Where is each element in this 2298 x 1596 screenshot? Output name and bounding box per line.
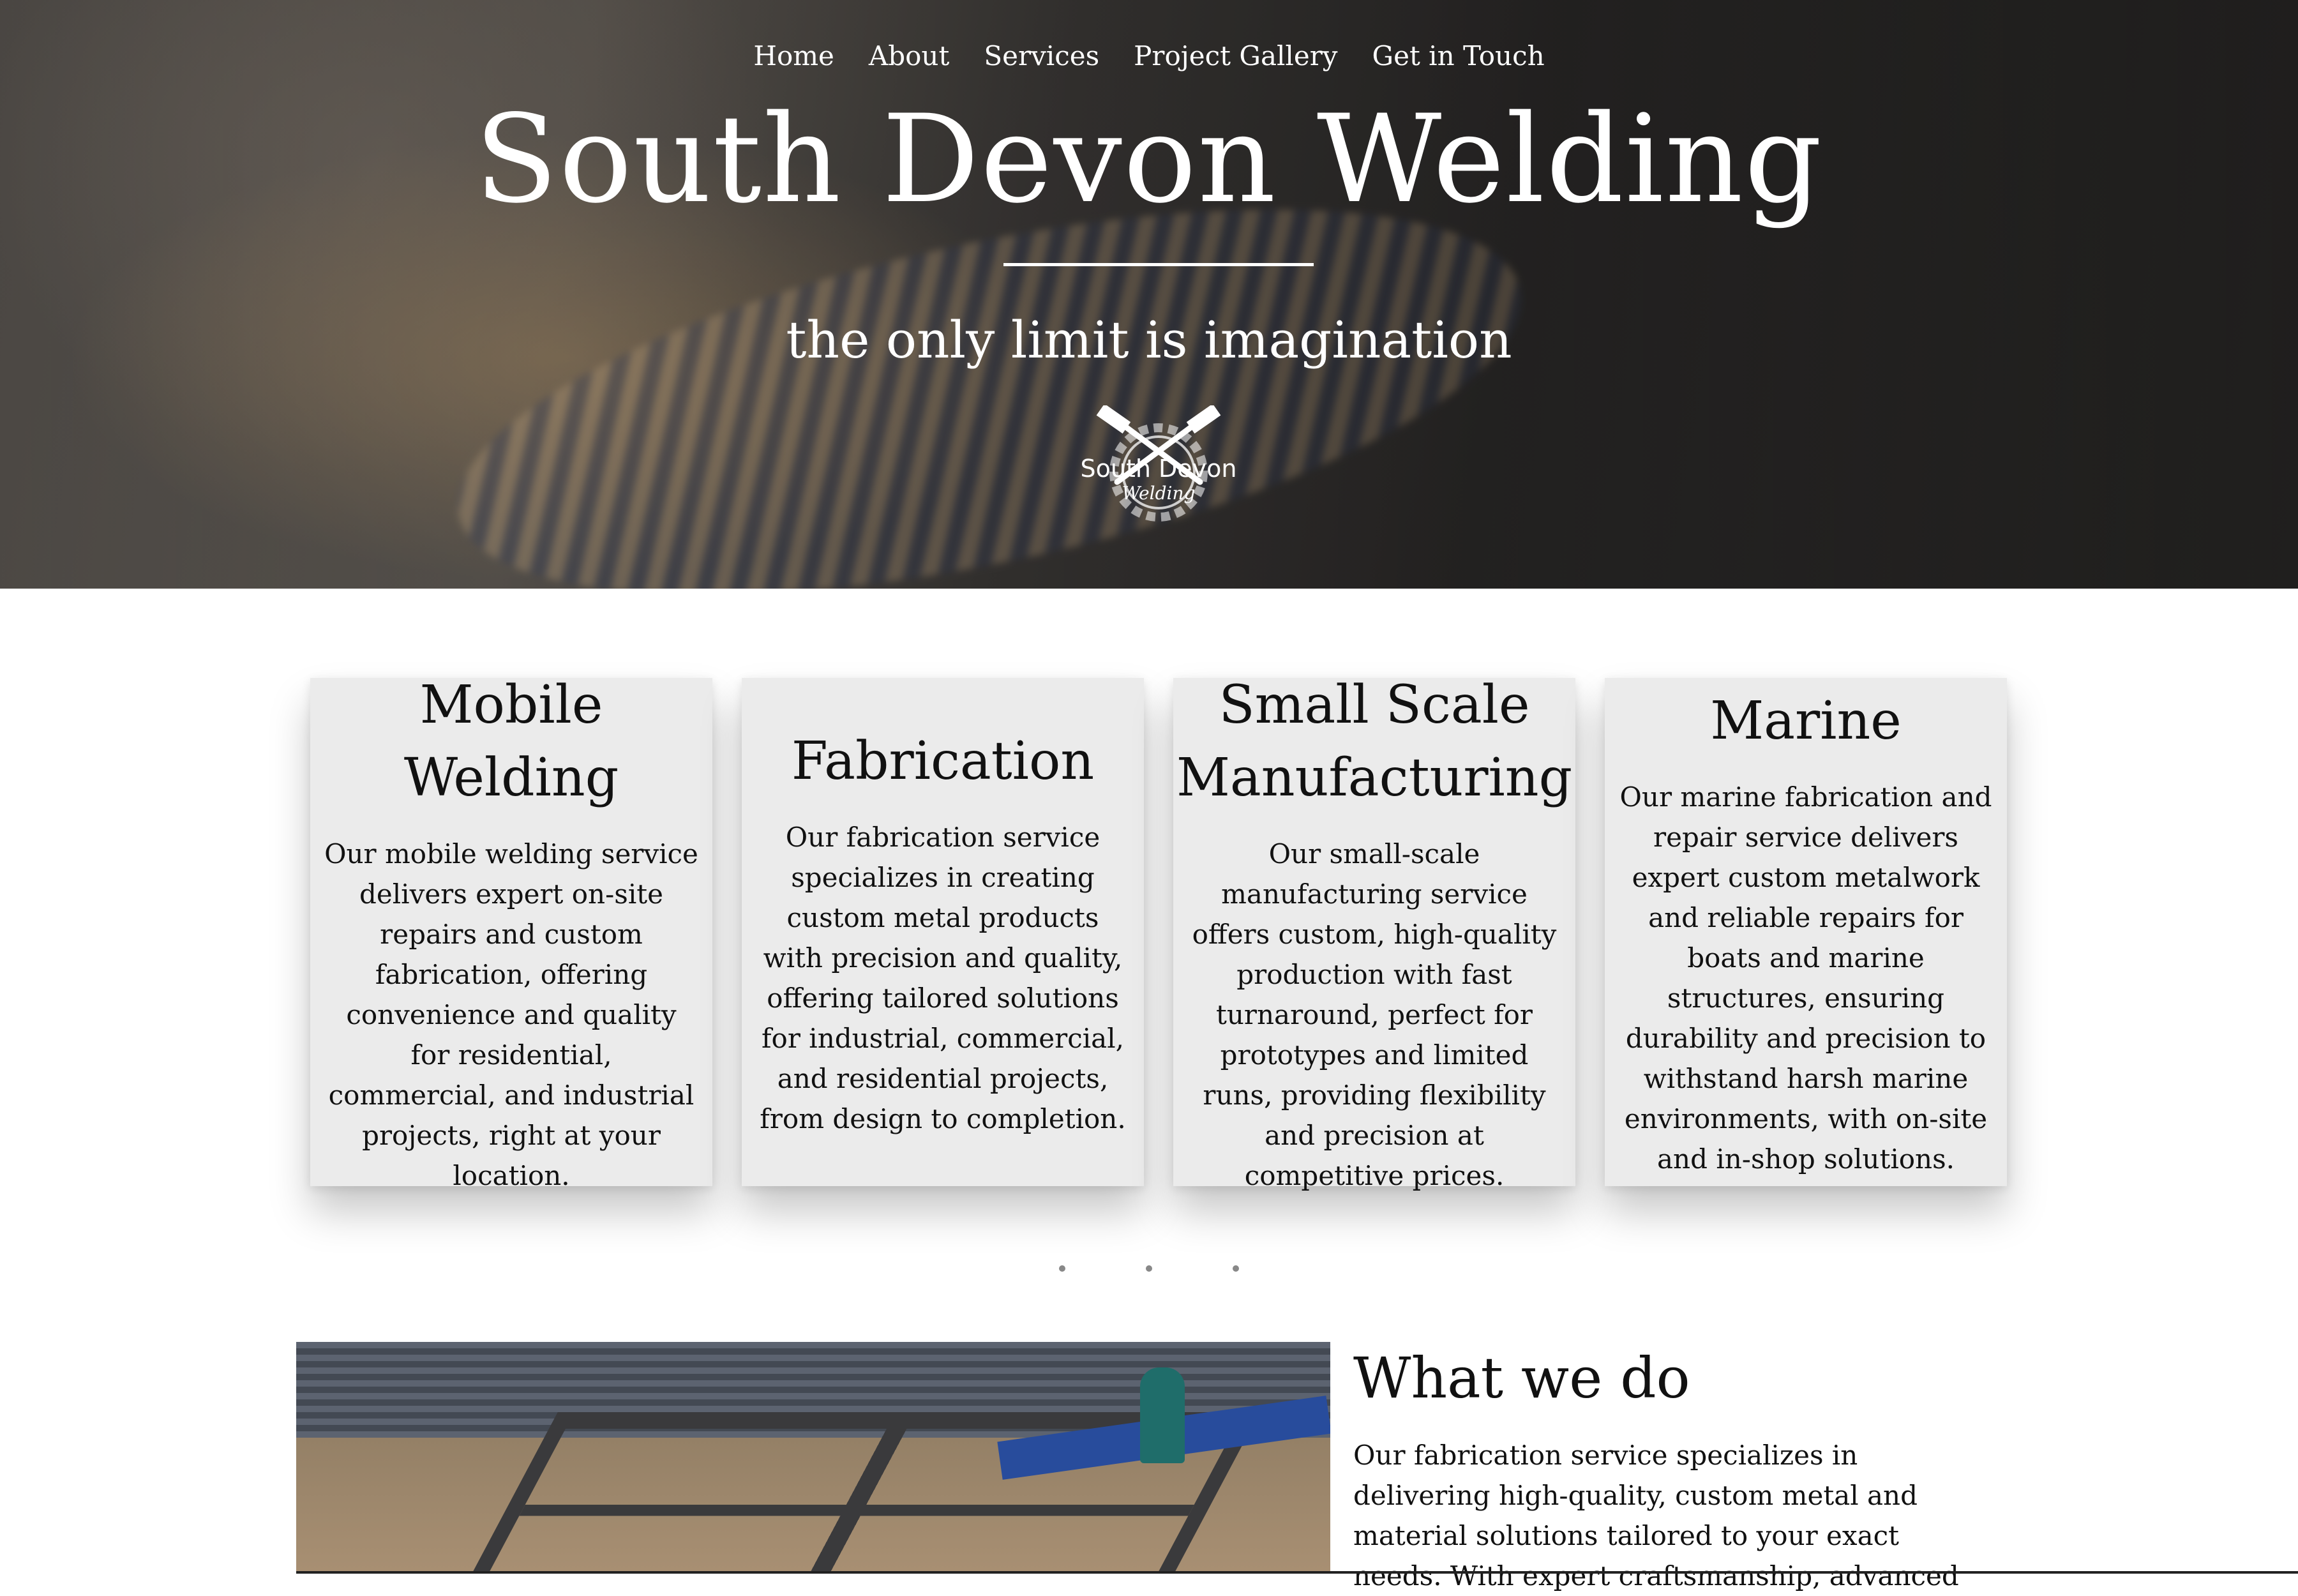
nav-home[interactable]: Home: [753, 37, 834, 75]
nav-project-gallery[interactable]: Project Gallery: [1134, 37, 1337, 75]
carousel-dots: [0, 1265, 2298, 1272]
site-title: South Devon Welding: [474, 89, 1824, 230]
service-card-text: Our mobile welding service delivers expe…: [324, 838, 698, 1191]
service-card-text: Our marine fabrication and repair servic…: [1619, 781, 1992, 1175]
logo-text-sub: Welding: [1122, 483, 1196, 504]
nav-about[interactable]: About: [869, 37, 949, 75]
logo-text-main: South Devon: [1081, 455, 1237, 483]
workshop-photo: [296, 1342, 1330, 1574]
nav-get-in-touch[interactable]: Get in Touch: [1372, 37, 1545, 75]
service-card-text: Our small-scale manufacturing service of…: [1192, 838, 1557, 1191]
tagline: the only limit is imagination: [786, 310, 1512, 370]
service-card-mobile-welding[interactable]: Mobile Welding Our mobile welding servic…: [310, 675, 712, 1191]
carousel-dot[interactable]: [1059, 1265, 1065, 1272]
carousel-dot[interactable]: [1146, 1265, 1152, 1272]
service-card-fabrication[interactable]: Fabrication Our fabrication service spec…: [742, 678, 1144, 1186]
hero-banner: Home About Services Project Gallery Get …: [0, 0, 2298, 589]
service-card-title: Mobile Welding: [403, 674, 619, 808]
section-bottom-border: [296, 1571, 2298, 1574]
service-card-marine[interactable]: Marine Our marine fabrication and repair…: [1605, 678, 2007, 1186]
service-card-title: Marine: [1710, 691, 1902, 751]
main-nav: Home About Services Project Gallery Get …: [0, 37, 2298, 75]
title-divider: [1003, 263, 1314, 266]
services-cards: Mobile Welding Our mobile welding servic…: [310, 675, 2007, 1191]
nav-services[interactable]: Services: [984, 37, 1099, 75]
service-card-small-scale-manufacturing[interactable]: Small Scale Manufacturing Our small-scal…: [1173, 675, 1575, 1191]
carousel-dot[interactable]: [1233, 1265, 1239, 1272]
service-card-text: Our fabrication service specializes in c…: [760, 822, 1126, 1134]
company-logo[interactable]: South Devon Welding: [1066, 405, 1251, 533]
service-card-title: Fabrication: [791, 731, 1095, 792]
what-we-do-heading: What we do: [1353, 1345, 1690, 1411]
service-card-title: Small Scale Manufacturing: [1176, 674, 1573, 808]
